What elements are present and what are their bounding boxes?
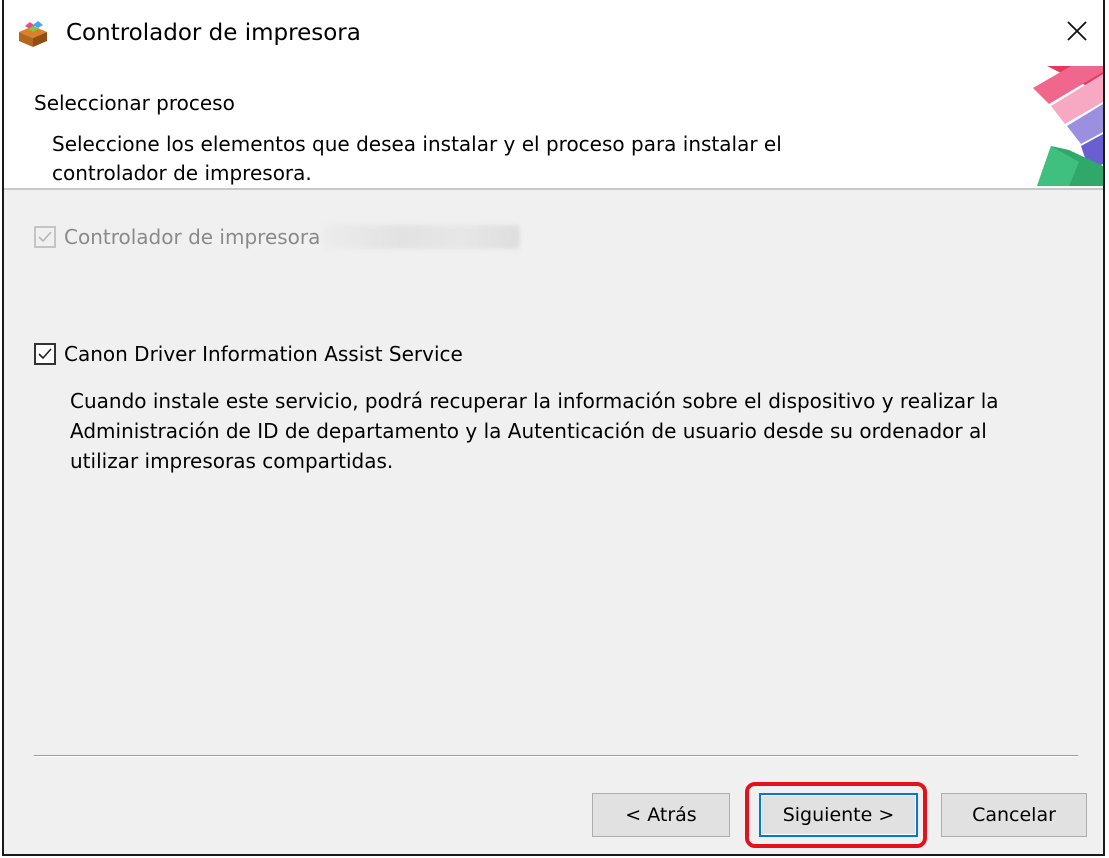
assist-service-label[interactable]: Canon Driver Information Assist Service [64,341,463,367]
assist-service-checkbox[interactable] [34,343,56,365]
printer-driver-package-icon [16,20,50,48]
wizard-header: Seleccionar proceso Seleccione los eleme… [4,62,1103,190]
title-bar: Controlador de impresora [4,0,1103,62]
decorative-banner-graphic [1033,66,1103,186]
step-description: Seleccione los elementos que desea insta… [52,132,782,185]
back-button[interactable]: < Atrás [592,793,730,837]
cancel-button[interactable]: Cancelar [941,793,1087,837]
printer-driver-checkbox [34,226,56,248]
checkmark-icon [38,231,52,243]
installer-dialog: Controlador de impresora Seleccionar pro… [2,0,1105,856]
assist-service-description: Cuando instale este servicio, podrá recu… [70,389,999,473]
step-title: Seleccionar proceso [34,91,235,115]
next-button[interactable]: Siguiente > [759,793,918,837]
checkmark-icon [38,348,52,360]
option-assist-service[interactable]: Canon Driver Information Assist Service [34,341,463,367]
redacted-model-name [324,225,521,249]
option-printer-driver: Controlador de impresora [34,224,521,250]
window-title: Controlador de impresora [66,20,361,46]
close-button[interactable] [1047,0,1103,62]
footer-divider [34,755,1078,757]
close-icon [1067,21,1087,41]
printer-driver-label: Controlador de impresora [64,225,321,249]
